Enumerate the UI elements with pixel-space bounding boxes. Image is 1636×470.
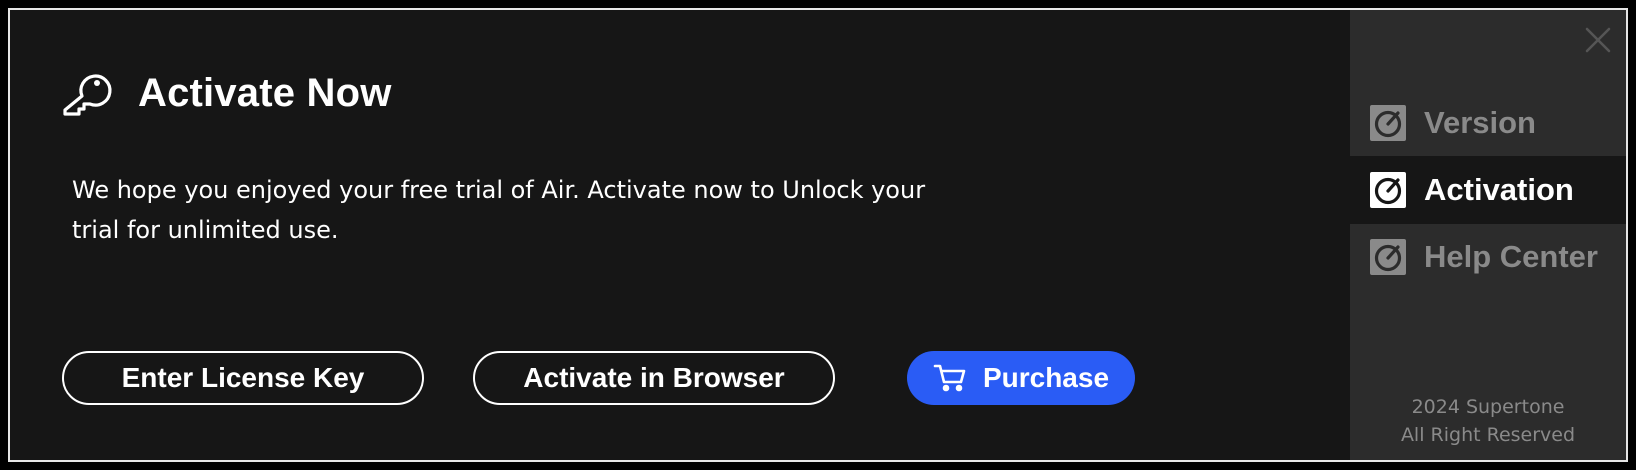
copyright-line: 2024 Supertone (1411, 396, 1565, 418)
sidebar-item-activation[interactable]: Activation (1350, 156, 1626, 224)
sidebar-item-label: Activation (1424, 172, 1574, 207)
trial-description: We hope you enjoyed your free trial of A… (72, 176, 926, 244)
purchase-label: Purchase (982, 362, 1110, 393)
sidebar: Version Activation Help Center 2024 Supe… (1350, 10, 1626, 460)
purchase-button[interactable]: Purchase (907, 351, 1135, 405)
sidebar-item-version[interactable]: Version (1350, 89, 1626, 157)
sidebar-item-label: Help Center (1424, 239, 1598, 274)
rights-line: All Right Reserved (1400, 424, 1576, 446)
cart-icon (933, 363, 967, 393)
activate-in-browser-label: Activate in Browser (523, 362, 785, 393)
key-icon (60, 66, 114, 120)
close-icon (1585, 27, 1611, 53)
close-button[interactable] (1582, 24, 1614, 56)
copyright-footer: 2024 Supertone All Right Reserved (1350, 393, 1626, 449)
title-row: Activate Now (60, 62, 392, 124)
enter-license-key-button[interactable]: Enter License Key (62, 351, 424, 405)
dial-icon (1370, 172, 1406, 208)
sidebar-item-label: Version (1424, 105, 1536, 140)
dial-icon (1370, 105, 1406, 141)
sidebar-item-help-center[interactable]: Help Center (1350, 223, 1626, 291)
activation-window: Activate Now We hope you enjoyed your fr… (8, 8, 1628, 462)
page-title: Activate Now (138, 70, 392, 115)
enter-license-key-label: Enter License Key (121, 362, 365, 393)
main-panel: Activate Now We hope you enjoyed your fr… (10, 10, 1352, 460)
activate-in-browser-button[interactable]: Activate in Browser (473, 351, 835, 405)
dial-icon (1370, 239, 1406, 275)
